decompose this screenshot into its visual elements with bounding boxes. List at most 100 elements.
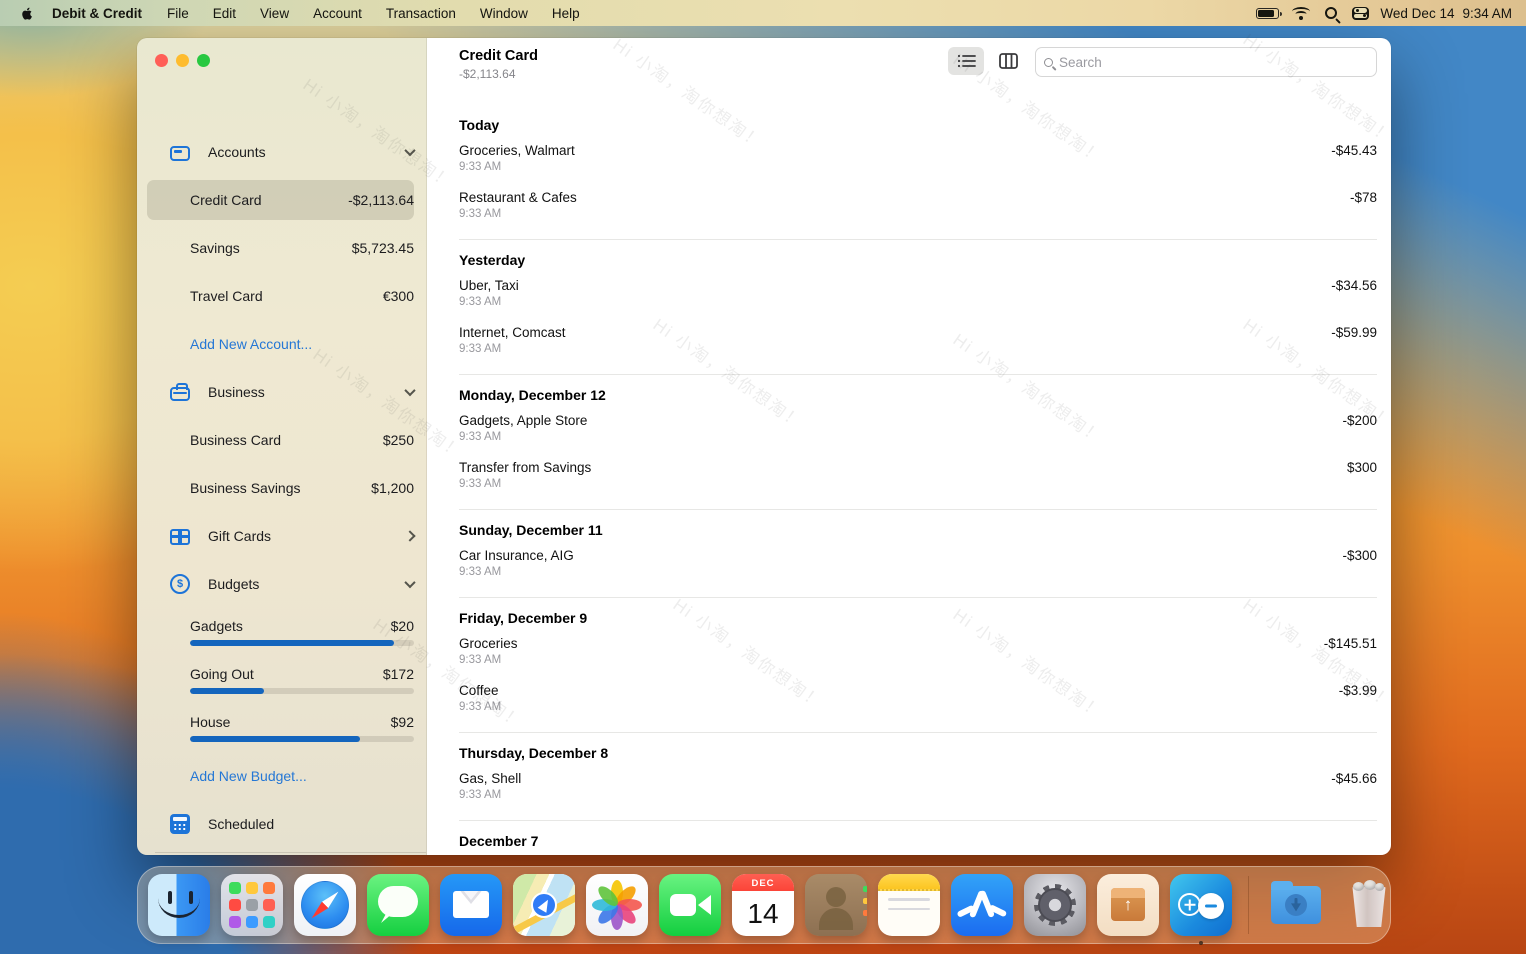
chevron-down-icon[interactable] [404,385,415,396]
group-header: Sunday, December 11 [459,522,1377,538]
transaction-row[interactable]: Restaurant & Cafes 9:33 AM -$78 [459,190,1377,220]
group-header: Today [459,117,1377,133]
transaction-row[interactable]: Car Insurance, AIG 9:33 AM -$300 [459,548,1377,578]
close-window-button[interactable] [155,54,168,67]
dock-debit-and-credit-icon[interactable] [1170,874,1232,936]
main-content: Credit Card -$2,113.64 [427,38,1391,855]
transaction-time: 9:33 AM [459,161,1331,173]
dock-finder-icon[interactable] [148,874,210,936]
transaction-time: 9:33 AM [459,789,1331,801]
menu-bar-date: Wed Dec 14 [1380,6,1454,21]
dollar-circle-icon: $ [170,574,190,594]
sidebar-item-business-card[interactable]: Business Card $250 [137,416,426,464]
wifi-icon[interactable] [1292,7,1310,20]
dock-downloads-folder-icon[interactable] [1265,874,1327,936]
sidebar-item-business-savings[interactable]: Business Savings $1,200 [137,464,426,512]
add-new-account-button[interactable]: Add New Account... [137,320,426,368]
budget-progress-bar [190,688,414,694]
budget-label: Going Out [190,666,383,682]
sidebar-section-budgets[interactable]: $ Budgets [137,560,426,608]
transaction-amount: -$45.66 [1331,771,1377,786]
dock-app-store-icon[interactable] [951,874,1013,936]
sidebar-item-travel-card[interactable]: Travel Card €300 [137,272,426,320]
menu-view[interactable]: View [249,6,300,21]
group-header: December 7 [459,833,1377,849]
dock-safari-icon[interactable] [294,874,356,936]
calendar-icon [170,814,190,834]
sidebar-section-gift-cards[interactable]: Gift Cards [137,512,426,560]
transaction-row[interactable]: Transfer from Savings 9:33 AM $300 [459,460,1377,490]
sidebar-section-accounts[interactable]: Accounts [137,128,426,176]
chevron-down-icon[interactable] [404,577,415,588]
transaction-row[interactable]: Gadgets, Apple Store 9:33 AM -$200 [459,413,1377,443]
sidebar-item-savings[interactable]: Savings $5,723.45 [137,224,426,272]
group-header: Yesterday [459,252,1377,268]
dock-maps-icon[interactable] [513,874,575,936]
sidebar-item-budget-gadgets[interactable]: Gadgets $20 [137,608,426,656]
dock-mail-icon[interactable] [440,874,502,936]
transaction-time: 9:33 AM [459,431,1342,443]
sidebar-item-credit-card[interactable]: Credit Card -$2,113.64 [137,176,426,224]
menu-transaction[interactable]: Transaction [375,6,467,21]
transaction-amount: -$300 [1342,548,1377,563]
sidebar-divider [155,852,426,853]
apple-menu-icon[interactable] [12,5,42,22]
menu-app-name[interactable]: Debit & Credit [44,6,154,21]
transaction-row[interactable]: Groceries, Walmart 9:33 AM -$45.43 [459,143,1377,173]
dock-installer-icon[interactable]: ↑ [1097,874,1159,936]
menu-window[interactable]: Window [469,6,539,21]
dock-trash-icon[interactable] [1338,874,1400,936]
control-center-icon[interactable] [1352,7,1369,20]
dock-facetime-icon[interactable] [659,874,721,936]
chevron-right-icon[interactable] [404,530,415,541]
menu-edit[interactable]: Edit [202,6,247,21]
group-header: Friday, December 9 [459,610,1377,626]
account-label: Business Card [190,432,383,448]
sidebar-item-scheduled[interactable]: Scheduled [137,800,426,848]
search-field[interactable] [1035,47,1377,77]
columns-view-button[interactable] [990,47,1026,75]
minimize-window-button[interactable] [176,54,189,67]
add-new-budget-button[interactable]: Add New Budget... [137,752,426,800]
dock-system-settings-icon[interactable] [1024,874,1086,936]
transaction-row[interactable]: Uber, Taxi 9:33 AM -$34.56 [459,278,1377,308]
transaction-row[interactable]: Internet, Comcast 9:33 AM -$59.99 [459,325,1377,355]
dock-messages-icon[interactable] [367,874,429,936]
battery-icon[interactable] [1256,8,1279,19]
section-label: Accounts [208,144,406,160]
transaction-time: 9:33 AM [459,296,1331,308]
transaction-group-dec7: December 7 Postage, USPS 9:33 AM -$11.99 [459,821,1377,855]
sidebar: Accounts Credit Card -$2,113.64 Savings … [137,38,427,855]
menu-account[interactable]: Account [302,6,373,21]
menu-bar-time: 9:34 AM [1462,6,1512,21]
budget-progress-bar [190,640,414,646]
budget-label: House [190,714,391,730]
dock-launchpad-icon[interactable] [221,874,283,936]
sidebar-item-budget-house[interactable]: House $92 [137,704,426,752]
spotlight-icon[interactable] [1325,7,1337,19]
dock-contacts-icon[interactable] [805,874,867,936]
dock-notes-icon[interactable] [878,874,940,936]
credit-card-icon [170,146,190,161]
transaction-row[interactable]: Groceries 9:33 AM -$145.51 [459,636,1377,666]
transaction-title: Transfer from Savings [459,460,1347,475]
transaction-time: 9:33 AM [459,566,1342,578]
section-label: Budgets [208,576,406,592]
dock-photos-icon[interactable] [586,874,648,936]
list-view-button[interactable] [948,47,984,75]
zoom-window-button[interactable] [197,54,210,67]
menu-file[interactable]: File [156,6,200,21]
group-header: Thursday, December 8 [459,745,1377,761]
dock-calendar-icon[interactable]: DEC 14 [732,874,794,936]
transaction-row[interactable]: Coffee 9:33 AM -$3.99 [459,683,1377,713]
sidebar-section-business[interactable]: Business [137,368,426,416]
search-input[interactable] [1059,55,1368,70]
sidebar-item-budget-going-out[interactable]: Going Out $172 [137,656,426,704]
chevron-down-icon[interactable] [404,145,415,156]
transaction-title: Groceries, Walmart [459,143,1331,158]
main-header: Credit Card -$2,113.64 [427,38,1391,81]
transaction-row[interactable]: Gas, Shell 9:33 AM -$45.66 [459,771,1377,801]
menu-help[interactable]: Help [541,6,591,21]
transaction-title: Car Insurance, AIG [459,548,1342,563]
menu-bar-clock[interactable]: Wed Dec 14 9:34 AM [1380,6,1512,21]
